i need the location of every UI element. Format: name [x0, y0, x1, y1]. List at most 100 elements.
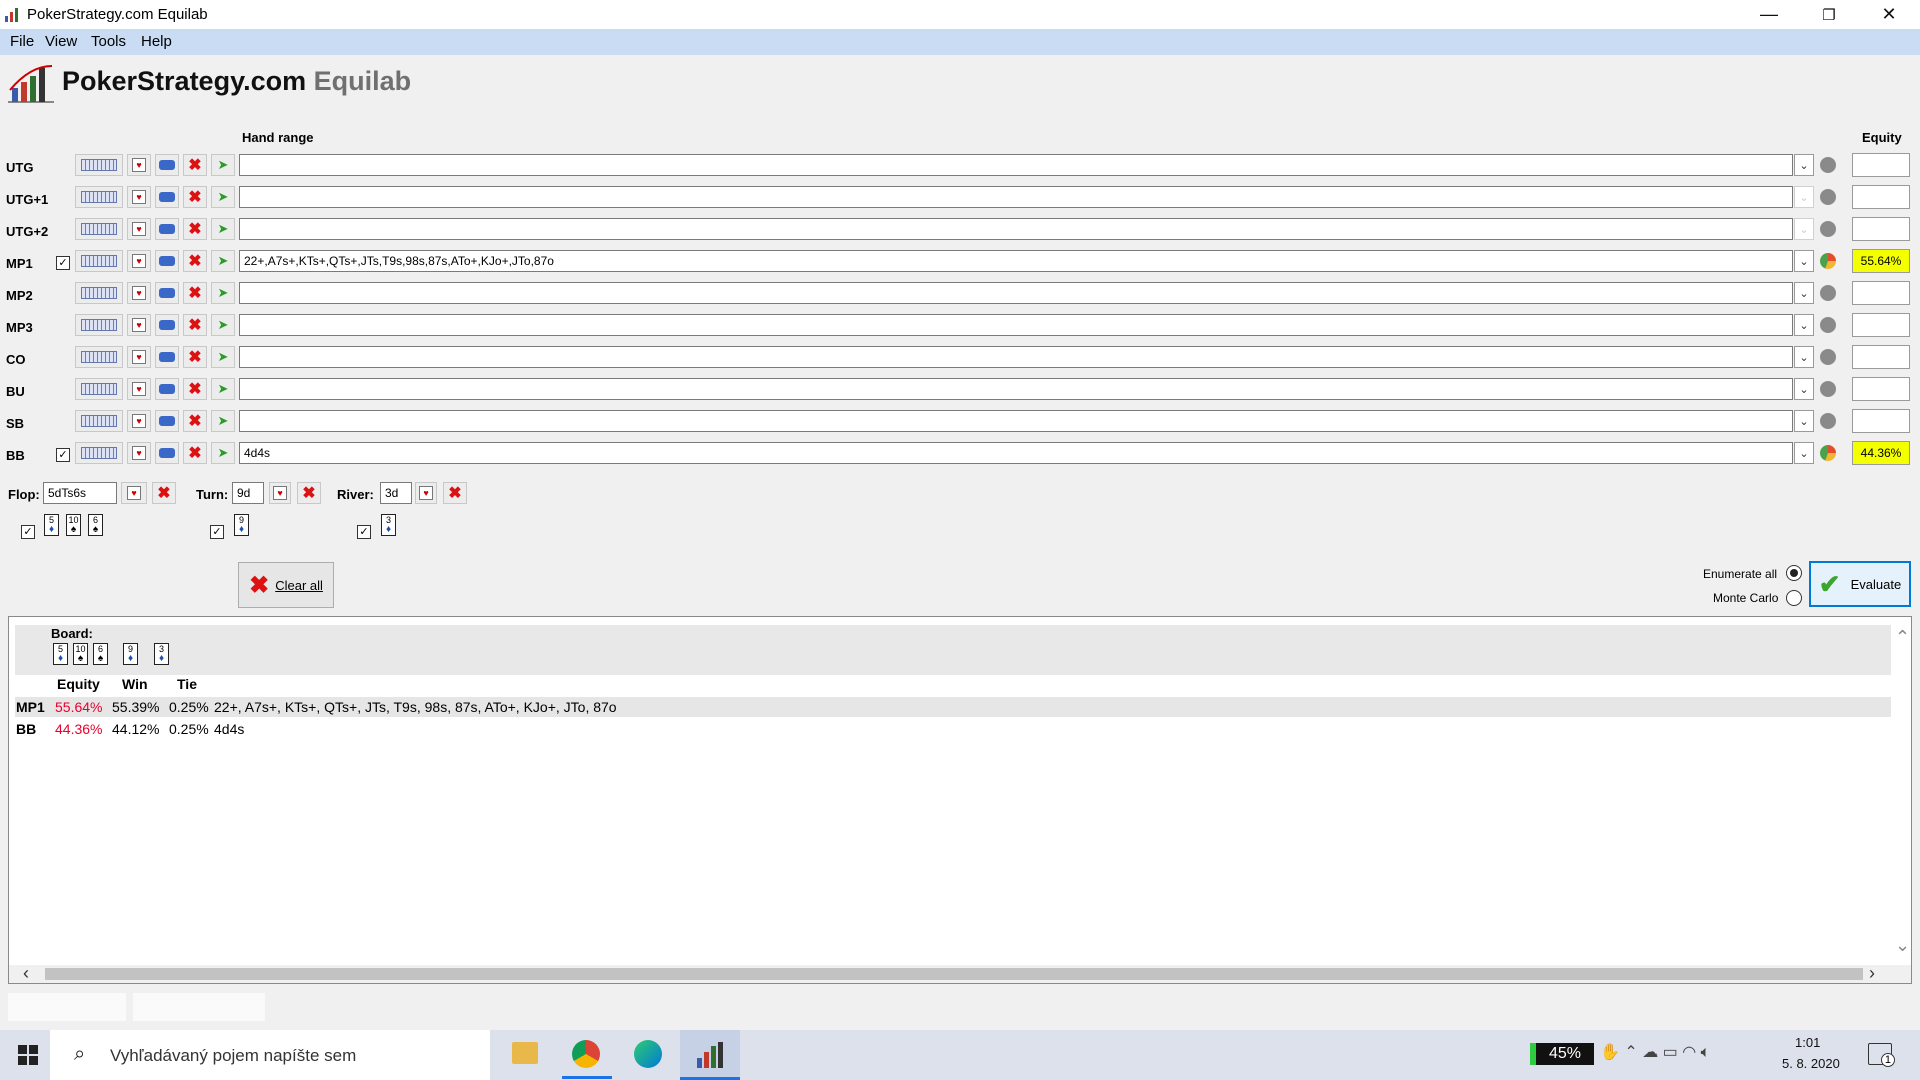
chrome-icon[interactable]: [572, 1040, 600, 1068]
hand-range-input[interactable]: 22+,A7s+,KTs+,QTs+,JTs,T9s,98s,87s,ATo+,…: [239, 250, 1793, 272]
tray-icons[interactable]: ✋ ⌃ ☁ ▭ ◠ 🔈︎: [1600, 1042, 1710, 1062]
range-dropdown-button[interactable]: ⌄: [1794, 346, 1814, 368]
range-dropdown-button[interactable]: ⌄: [1794, 410, 1814, 432]
card-picker-button[interactable]: ♥: [127, 154, 151, 176]
apply-range-button[interactable]: ➤: [211, 314, 235, 336]
clear-range-button[interactable]: ✖: [183, 314, 207, 336]
turn-card-picker-button[interactable]: ♥: [269, 482, 291, 504]
random-hand-button[interactable]: [155, 378, 179, 400]
river-input[interactable]: 3d: [380, 482, 412, 504]
clear-all-button[interactable]: ✖ Clear all: [238, 562, 334, 608]
equilab-taskbar-item[interactable]: [680, 1030, 740, 1080]
status-dot-icon[interactable]: [1820, 317, 1836, 333]
range-dropdown-button[interactable]: ⌄: [1794, 218, 1814, 240]
flop-input[interactable]: 5dTs6s: [43, 482, 117, 504]
clear-range-button[interactable]: ✖: [183, 442, 207, 464]
flop-checkbox[interactable]: ✓: [21, 525, 35, 539]
random-hand-button[interactable]: [155, 442, 179, 464]
range-dropdown-button[interactable]: ⌄: [1794, 378, 1814, 400]
hand-range-input[interactable]: [239, 186, 1793, 208]
turn-checkbox[interactable]: ✓: [210, 525, 224, 539]
card-picker-button[interactable]: ♥: [127, 314, 151, 336]
turn-input[interactable]: 9d: [232, 482, 264, 504]
apply-range-button[interactable]: ➤: [211, 410, 235, 432]
notification-center-icon[interactable]: 1: [1868, 1043, 1895, 1067]
scroll-right-icon[interactable]: ›: [1869, 963, 1875, 984]
hand-range-input[interactable]: [239, 314, 1793, 336]
card-picker-button[interactable]: ♥: [127, 282, 151, 304]
hand-matrix-button[interactable]: [75, 410, 123, 432]
card-picker-button[interactable]: ♥: [127, 442, 151, 464]
river-clear-button[interactable]: ✖: [443, 482, 467, 504]
status-dot-icon[interactable]: [1820, 413, 1836, 429]
turn-clear-button[interactable]: ✖: [297, 482, 321, 504]
range-dropdown-button[interactable]: ⌄: [1794, 442, 1814, 464]
random-hand-button[interactable]: [155, 154, 179, 176]
hand-matrix-button[interactable]: [75, 250, 123, 272]
clock-time[interactable]: 1:01: [1795, 1035, 1820, 1050]
clear-range-button[interactable]: ✖: [183, 154, 207, 176]
random-hand-button[interactable]: [155, 250, 179, 272]
range-dropdown-button[interactable]: ⌄: [1794, 250, 1814, 272]
menu-file[interactable]: File: [10, 33, 34, 50]
equity-graph-icon[interactable]: [1820, 445, 1836, 461]
player-checkbox[interactable]: ✓: [56, 256, 70, 270]
apply-range-button[interactable]: ➤: [211, 282, 235, 304]
apply-range-button[interactable]: ➤: [211, 346, 235, 368]
random-hand-button[interactable]: [155, 186, 179, 208]
status-dot-icon[interactable]: [1820, 189, 1836, 205]
hand-matrix-button[interactable]: [75, 154, 123, 176]
card-picker-button[interactable]: ♥: [127, 410, 151, 432]
random-hand-button[interactable]: [155, 346, 179, 368]
scrollbar-thumb[interactable]: [45, 968, 1863, 980]
menu-tools[interactable]: Tools: [91, 33, 126, 50]
taskbar-search-box[interactable]: ⌕ Vyhľadávaný pojem napíšte sem: [50, 1030, 490, 1080]
random-hand-button[interactable]: [155, 314, 179, 336]
flop-card-picker-button[interactable]: ♥: [121, 482, 147, 504]
clear-range-button[interactable]: ✖: [183, 346, 207, 368]
range-dropdown-button[interactable]: ⌄: [1794, 282, 1814, 304]
apply-range-button[interactable]: ➤: [211, 186, 235, 208]
equity-graph-icon[interactable]: [1820, 253, 1836, 269]
random-hand-button[interactable]: [155, 410, 179, 432]
hand-matrix-button[interactable]: [75, 186, 123, 208]
battery-indicator[interactable]: 45%: [1530, 1043, 1594, 1065]
hand-range-input[interactable]: [239, 218, 1793, 240]
hand-matrix-button[interactable]: [75, 218, 123, 240]
clear-range-button[interactable]: ✖: [183, 410, 207, 432]
enumerate-all-radio[interactable]: [1786, 565, 1802, 581]
maximize-button[interactable]: ❐: [1806, 0, 1852, 29]
hand-range-input[interactable]: [239, 410, 1793, 432]
card-picker-button[interactable]: ♥: [127, 378, 151, 400]
status-dot-icon[interactable]: [1820, 157, 1836, 173]
menu-view[interactable]: View: [45, 33, 77, 50]
apply-range-button[interactable]: ➤: [211, 154, 235, 176]
status-dot-icon[interactable]: [1820, 349, 1836, 365]
menu-help[interactable]: Help: [141, 33, 172, 50]
status-dot-icon[interactable]: [1820, 381, 1836, 397]
range-dropdown-button[interactable]: ⌄: [1794, 154, 1814, 176]
scroll-down-icon[interactable]: ⌄: [1895, 935, 1910, 956]
apply-range-button[interactable]: ➤: [211, 250, 235, 272]
apply-range-button[interactable]: ➤: [211, 378, 235, 400]
apply-range-button[interactable]: ➤: [211, 218, 235, 240]
hand-matrix-button[interactable]: [75, 378, 123, 400]
hand-range-input[interactable]: 4d4s: [239, 442, 1793, 464]
close-button[interactable]: ✕: [1866, 0, 1912, 29]
clock-date[interactable]: 5. 8. 2020: [1782, 1056, 1840, 1071]
card-picker-button[interactable]: ♥: [127, 346, 151, 368]
clear-range-button[interactable]: ✖: [183, 250, 207, 272]
windows-start-icon[interactable]: [18, 1045, 38, 1070]
hand-matrix-button[interactable]: [75, 282, 123, 304]
hand-range-input[interactable]: [239, 154, 1793, 176]
evaluate-button[interactable]: ✔ Evaluate: [1809, 561, 1911, 607]
edge-icon[interactable]: [634, 1040, 662, 1068]
hand-matrix-button[interactable]: [75, 346, 123, 368]
apply-range-button[interactable]: ➤: [211, 442, 235, 464]
minimize-button[interactable]: —: [1746, 0, 1792, 29]
hand-matrix-button[interactable]: [75, 442, 123, 464]
hand-range-input[interactable]: [239, 282, 1793, 304]
range-dropdown-button[interactable]: ⌄: [1794, 314, 1814, 336]
clear-range-button[interactable]: ✖: [183, 218, 207, 240]
card-picker-button[interactable]: ♥: [127, 218, 151, 240]
